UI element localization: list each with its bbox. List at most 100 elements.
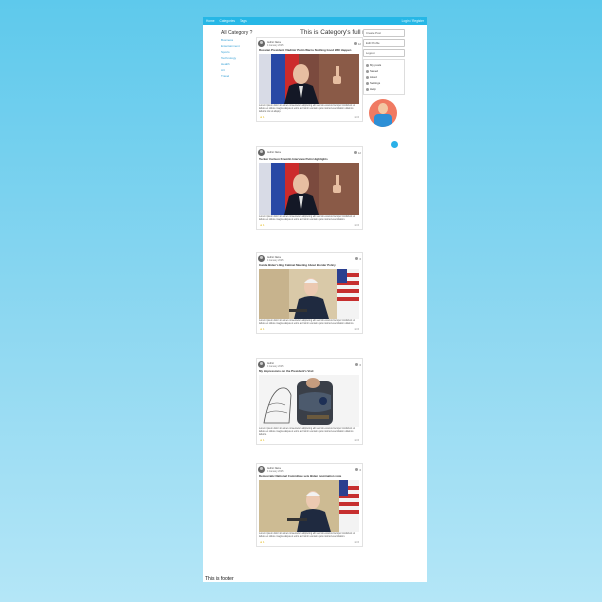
nav-link-categories[interactable]: Categories	[220, 19, 235, 23]
comment-button[interactable]: ✉ 0	[355, 224, 359, 227]
news-post: Author Name 4 January 2025 0 Inside Bide…	[256, 252, 363, 335]
like-count: 1	[263, 224, 265, 228]
post-excerpt: Lorem ipsum dolor sit amet consectetur a…	[259, 319, 355, 326]
post-excerpt: Lorem ipsum dolor sit amet consectetur a…	[259, 215, 355, 222]
post-meta: Author Name 4 January 2025	[267, 256, 283, 262]
eye-icon	[355, 257, 359, 261]
like-count: 1	[263, 541, 265, 545]
author-avatar[interactable]	[258, 255, 265, 262]
putin-photo	[259, 54, 359, 105]
top-nav-links: Home Categories Tags	[206, 19, 247, 23]
profile-link-label: Settings	[370, 81, 381, 85]
online-status-badge	[391, 141, 398, 148]
post-footer: ★ 1 ✉ 0	[257, 540, 362, 546]
news-post: Author Name 4 January 2025 12 Russian Pr…	[256, 37, 363, 123]
nav-link-tags[interactable]: Tags	[240, 19, 247, 23]
avatar-body	[374, 114, 392, 127]
profile-link-label: Saved	[370, 69, 378, 73]
profile-link-label: My posts	[370, 63, 382, 67]
post-title[interactable]: Democratic National Committee sets Biden…	[257, 474, 362, 478]
post-meta: Author Name	[267, 151, 281, 154]
post-date: 4 January 2025	[267, 43, 284, 47]
eye-icon	[353, 42, 357, 46]
sketch-photo	[259, 375, 359, 428]
post-footer: ★ 1 ✉ 0	[257, 438, 362, 444]
like-button[interactable]: ★ 1	[260, 116, 265, 119]
news-post: Author Name 12 Tucker Carlson Kremlin In…	[256, 146, 363, 231]
eye-icon	[353, 151, 357, 155]
post-image[interactable]	[259, 375, 359, 428]
post-date: 4 January 2025	[267, 258, 284, 262]
comment-button[interactable]: ✉ 0	[355, 541, 359, 544]
author-avatar[interactable]	[258, 361, 265, 368]
news-post: Author 4 January 2025 0 My impressions o…	[256, 358, 363, 446]
nav-link-home[interactable]: Home	[206, 19, 215, 23]
view-count-value: 0	[359, 467, 361, 472]
page-footer: This is footer	[205, 576, 234, 582]
post-image[interactable]	[259, 54, 359, 105]
biden-photo	[259, 269, 359, 320]
login-link[interactable]: Login / Register	[402, 19, 424, 23]
gear-icon	[366, 81, 369, 85]
author-avatar[interactable]	[258, 466, 265, 473]
post-view-count: 12	[353, 41, 361, 46]
post-image[interactable]	[259, 163, 359, 216]
author-avatar[interactable]	[258, 40, 265, 47]
bookmark-icon	[366, 69, 369, 73]
view-count-value: 12	[357, 41, 361, 46]
like-button[interactable]: ★ 1	[260, 224, 265, 227]
post-footer: ★ 1 ✉ 0	[257, 223, 362, 229]
view-count-value: 0	[359, 362, 361, 367]
profile-links: My posts Saved Liked Settings Help	[363, 59, 405, 95]
comment-button[interactable]: ✉ 0	[355, 116, 359, 119]
author-name[interactable]: Author Name	[267, 151, 281, 154]
sidebar-item-travel[interactable]: Travel	[221, 73, 259, 79]
eye-icon	[355, 468, 359, 472]
comment-count: 0	[357, 439, 359, 443]
post-view-count: 0	[355, 363, 361, 367]
post-title[interactable]: Tucker Carlson Kremlin Interview Putin H…	[257, 157, 362, 161]
comment-button[interactable]: ✉ 0	[355, 328, 359, 331]
like-count: 1	[263, 439, 265, 443]
comment-button[interactable]: ✉ 0	[355, 439, 359, 442]
profile-avatar[interactable]	[369, 99, 397, 127]
post-view-count: 0	[355, 468, 361, 472]
like-button[interactable]: ★ 1	[260, 439, 265, 442]
help-icon	[366, 87, 369, 91]
author-avatar[interactable]	[258, 149, 265, 156]
profile-panel: Create Post Edit Profile Logout My posts…	[363, 29, 405, 127]
post-excerpt: Lorem ipsum dolor sit amet consectetur a…	[259, 427, 355, 437]
post-meta: Author Name 4 January 2025	[267, 467, 283, 473]
avatar-face	[378, 103, 388, 114]
post-footer: ★ 1 ✉ 0	[257, 327, 362, 333]
comment-count: 0	[357, 224, 359, 228]
view-count-value: 0	[359, 256, 361, 261]
comment-count: 0	[357, 328, 359, 332]
like-button[interactable]: ★ 1	[260, 328, 265, 331]
create-post-button[interactable]: Create Post	[363, 29, 405, 37]
top-nav-bar: Home Categories Tags Login / Register	[203, 17, 427, 25]
post-title[interactable]: My impressions on the President's Visit	[257, 369, 362, 373]
post-title[interactable]: Russian President Vladimir Putin Warns N…	[257, 48, 362, 52]
like-count: 1	[263, 116, 265, 120]
post-image[interactable]	[259, 480, 359, 533]
page-container: Home Categories Tags Login / Register Al…	[203, 17, 427, 582]
post-meta: Author 4 January 2025	[267, 362, 283, 368]
view-count-value: 12	[357, 150, 361, 155]
like-button[interactable]: ★ 1	[260, 541, 265, 544]
post-footer: ★ 1 ✉ 0	[257, 115, 362, 121]
list-icon	[366, 63, 369, 67]
comment-count: 0	[357, 116, 359, 120]
post-meta: Author Name 4 January 2025	[267, 41, 283, 47]
post-view-count: 12	[353, 150, 361, 155]
biden-photo	[259, 480, 359, 533]
post-date: 4 January 2025	[267, 364, 284, 368]
logout-button[interactable]: Logout	[363, 49, 405, 57]
post-image[interactable]	[259, 269, 359, 320]
sidebar-title: All Category ?	[221, 30, 253, 36]
profile-link-help[interactable]: Help	[366, 86, 402, 92]
profile-link-label: Help	[370, 87, 376, 91]
edit-profile-button[interactable]: Edit Profile	[363, 39, 405, 47]
category-sidebar: Business Entertainment Sports Technology…	[221, 37, 259, 79]
post-title[interactable]: Inside Biden's Big Cabinet Meeting About…	[257, 263, 362, 267]
